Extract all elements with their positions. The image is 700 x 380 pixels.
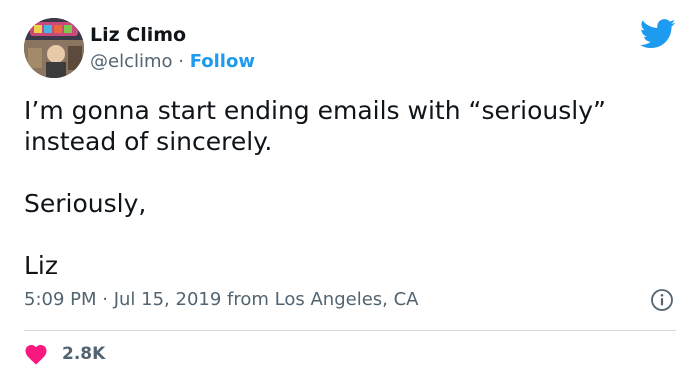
tweet-source: from Los Angeles, CA — [227, 289, 419, 310]
handle-row: @elclimo · Follow — [90, 51, 255, 72]
avatar[interactable] — [24, 18, 84, 78]
like-button[interactable]: 2.8K — [24, 342, 105, 366]
handle-separator: · — [172, 51, 190, 72]
tweet-text: I’m gonna start ending emails with “seri… — [24, 95, 664, 281]
tweet-meta: 5:09 PM · Jul 15, 2019 from Los Angeles,… — [24, 289, 418, 310]
avatar-image — [24, 18, 84, 78]
twitter-bird-icon[interactable] — [640, 19, 676, 49]
meta-separator: · — [96, 289, 114, 310]
heart-icon — [25, 345, 47, 365]
divider — [24, 330, 676, 331]
tweet-line-1: I’m gonna start ending emails with “seri… — [24, 96, 606, 156]
like-count: 2.8K — [62, 344, 106, 364]
display-name[interactable]: Liz Climo — [90, 24, 186, 46]
handle[interactable]: @elclimo — [90, 51, 173, 72]
follow-button[interactable]: Follow — [190, 51, 255, 72]
tweet-card: Liz Climo @elclimo · Follow I’m gonna st… — [0, 0, 700, 380]
tweet-date[interactable]: Jul 15, 2019 — [114, 289, 222, 310]
tweet-line-3: Liz — [24, 251, 58, 280]
tweet-time[interactable]: 5:09 PM — [24, 289, 97, 310]
info-icon[interactable] — [650, 288, 674, 312]
tweet-line-2: Seriously, — [24, 189, 147, 218]
